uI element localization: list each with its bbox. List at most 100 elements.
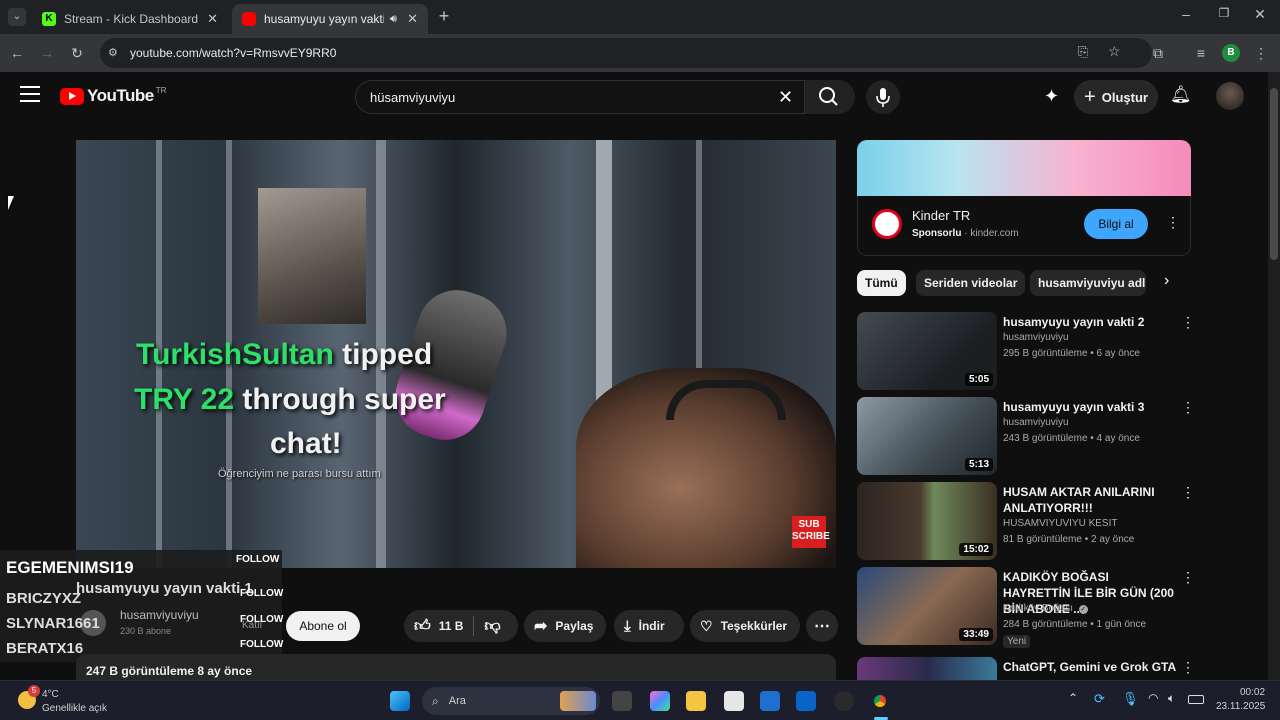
- dislike-button[interactable]: 👎︎: [484, 617, 500, 636]
- wifi-icon[interactable]: ◠: [1148, 691, 1158, 705]
- video-title[interactable]: ChatGPT, Gemini ve Grok GTA: [1003, 659, 1179, 675]
- search-input[interactable]: hüsamviyuviyu ✕: [355, 80, 805, 114]
- profile-avatar[interactable]: B: [1222, 44, 1240, 62]
- video-thumbnail[interactable]: 33:49: [857, 567, 997, 645]
- account-avatar[interactable]: [1216, 82, 1244, 110]
- reload-icon[interactable]: ↻: [66, 42, 88, 64]
- forward-icon[interactable]: →: [36, 42, 58, 64]
- search-highlight-image: [560, 691, 596, 711]
- chrome-icon[interactable]: [870, 691, 890, 711]
- minimize-button[interactable]: –: [1176, 6, 1196, 22]
- chevron-right-icon[interactable]: ›: [1164, 272, 1169, 290]
- audio-icon[interactable]: 🔊︎: [390, 13, 397, 26]
- channel-name[interactable]: Kadıköy Boğası ✓: [1003, 603, 1088, 614]
- notifications-bell-icon[interactable]: 🔔︎: [1170, 85, 1192, 105]
- url-text: youtube.com/watch?v=RmsvvEY9RR0: [130, 46, 337, 60]
- sync-icon[interactable]: ⟳: [1094, 691, 1105, 707]
- volume-icon[interactable]: 🔈︎: [1168, 691, 1175, 706]
- thanks-button[interactable]: ♡ Teşekkürler: [690, 610, 800, 642]
- chip-channel[interactable]: husamviyuviyu adlı: [1030, 270, 1146, 296]
- more-vertical-icon[interactable]: ⋮: [1181, 399, 1195, 416]
- extensions-icon[interactable]: ⧉: [1147, 42, 1169, 64]
- chip-all[interactable]: Tümü: [857, 270, 906, 296]
- close-icon[interactable]: ✕: [207, 11, 218, 27]
- bookmark-star-icon[interactable]: ☆: [1108, 43, 1121, 60]
- video-thumbnail[interactable]: 15:02: [857, 482, 997, 560]
- channel-name[interactable]: husamviyuviyu: [1003, 332, 1069, 343]
- share-button[interactable]: ➦ Paylaş: [524, 610, 606, 642]
- tray-chevron-icon[interactable]: ⌃: [1068, 691, 1078, 705]
- search-button[interactable]: [805, 80, 855, 114]
- scrollbar-thumb[interactable]: [1270, 88, 1278, 260]
- weather-widget[interactable]: 5 4°C Genellikle açık: [14, 685, 134, 717]
- subscribe-button[interactable]: Abone ol: [286, 611, 360, 641]
- more-vertical-icon[interactable]: ⋮: [1181, 314, 1195, 331]
- video-title[interactable]: HUSAM AKTAR ANILARINI ANLATIYORR!!!: [1003, 484, 1179, 516]
- thanks-label: Teşekkürler: [720, 619, 788, 633]
- file-explorer-icon[interactable]: [686, 691, 706, 711]
- channel-name[interactable]: HUSAMVIYUVIYU KESIT: [1003, 518, 1117, 529]
- learn-more-button[interactable]: Bilgi al: [1084, 209, 1148, 239]
- store-icon[interactable]: [760, 691, 780, 711]
- video-thumbnail[interactable]: 5:05: [857, 312, 997, 390]
- taskbar-search[interactable]: ⌕ Ara: [422, 687, 600, 715]
- video-title[interactable]: husamyuyu yayın vakti 2: [1003, 314, 1179, 330]
- window-close-button[interactable]: ✕: [1250, 6, 1270, 23]
- download-button[interactable]: ⤓ İndir: [614, 610, 684, 642]
- back-icon[interactable]: ←: [6, 42, 28, 64]
- close-icon[interactable]: ✕: [407, 11, 418, 27]
- more-vertical-icon[interactable]: ⋮: [1181, 569, 1195, 586]
- address-bar[interactable]: ⚙ youtube.com/watch?v=RmsvvEY9RR0 ⎘ ☆: [100, 38, 1152, 68]
- new-tab-button[interactable]: +: [434, 6, 454, 26]
- ad-more-icon[interactable]: ⋮: [1166, 214, 1180, 231]
- copilot-icon[interactable]: [650, 691, 670, 711]
- video-thumbnail[interactable]: 5:13: [857, 397, 997, 475]
- video-thumbnail[interactable]: [857, 657, 997, 680]
- windows-start-icon[interactable]: [390, 691, 410, 711]
- youtube-logo[interactable]: YouTube TR: [60, 86, 166, 106]
- ad-domain: kinder.com: [970, 228, 1019, 239]
- channel-name[interactable]: husamviyuviyu: [1003, 417, 1069, 428]
- hamburger-menu-icon[interactable]: [20, 86, 40, 102]
- voice-search-button[interactable]: [866, 80, 900, 114]
- site-info-icon[interactable]: ⚙: [108, 46, 118, 59]
- recommendation-item[interactable]: ChatGPT, Gemini ve Grok GTA ⋮: [857, 657, 1267, 680]
- recommendation-item[interactable]: 15:02 HUSAM AKTAR ANILARINI ANLATIYORR!!…: [857, 482, 1267, 562]
- more-vertical-icon[interactable]: ⋮: [1181, 484, 1195, 501]
- tab-youtube-video[interactable]: husamyuyu yayın vakti 1 - 🔊︎ ✕: [232, 4, 428, 34]
- microphone-icon: [876, 88, 890, 107]
- recommendation-item[interactable]: 33:49 KADIKÖY BOĞASI HAYRETTİN İLE BİR G…: [857, 567, 1267, 648]
- restore-button[interactable]: ❐: [1214, 6, 1234, 20]
- media-app-icon[interactable]: [834, 691, 854, 711]
- install-app-icon[interactable]: ⎘: [1078, 44, 1088, 60]
- region-code: TR: [155, 85, 167, 95]
- sponsored-label: Sponsorlu: [912, 228, 962, 239]
- video-player[interactable]: TurkishSultan tipped TRY 22 through supe…: [76, 140, 836, 568]
- thumbs-down-icon: 👎︎: [484, 617, 501, 635]
- media-control-icon[interactable]: ≡: [1190, 42, 1212, 64]
- battery-icon[interactable]: [1188, 695, 1204, 704]
- recommendation-item[interactable]: 5:13 husamyuyu yayın vakti 3 husamviyuvi…: [857, 397, 1267, 477]
- chip-series[interactable]: Seriden videolar: [916, 270, 1026, 296]
- tab-kick-dashboard[interactable]: K Stream - Kick Dashboard ✕: [32, 4, 228, 34]
- ad-banner-image[interactable]: [857, 140, 1191, 196]
- video-meta: 295 B görüntüleme • 6 ay önce: [1003, 348, 1140, 359]
- notepad-icon[interactable]: [724, 691, 744, 711]
- microphone-tray-icon[interactable]: 🎙︎: [1122, 691, 1139, 707]
- like-button[interactable]: 👍︎ 11 B: [404, 617, 463, 636]
- follow-label: FOLLOW: [240, 588, 284, 599]
- browser-menu-icon[interactable]: ⋮: [1250, 42, 1272, 64]
- outlook-icon[interactable]: [796, 691, 816, 711]
- clear-search-icon[interactable]: ✕: [778, 87, 793, 108]
- more-actions-button[interactable]: ⋯: [806, 610, 838, 642]
- task-view-icon[interactable]: [612, 691, 632, 711]
- recommendation-item[interactable]: 5:05 husamyuyu yayın vakti 2 husamviyuvi…: [857, 312, 1267, 392]
- create-button[interactable]: + Oluştur: [1074, 80, 1158, 114]
- description-box[interactable]: 247 B görüntüleme 8 ay önce: [76, 654, 836, 680]
- clock-time[interactable]: 00:02: [1240, 687, 1265, 698]
- sparkle-icon[interactable]: ✦: [1044, 86, 1059, 107]
- clock-date[interactable]: 23.11.2025: [1216, 701, 1265, 712]
- more-vertical-icon[interactable]: ⋮: [1181, 659, 1195, 676]
- video-title[interactable]: husamyuyu yayın vakti 3: [1003, 399, 1179, 415]
- tab-list-dropdown[interactable]: ⌄: [8, 8, 26, 26]
